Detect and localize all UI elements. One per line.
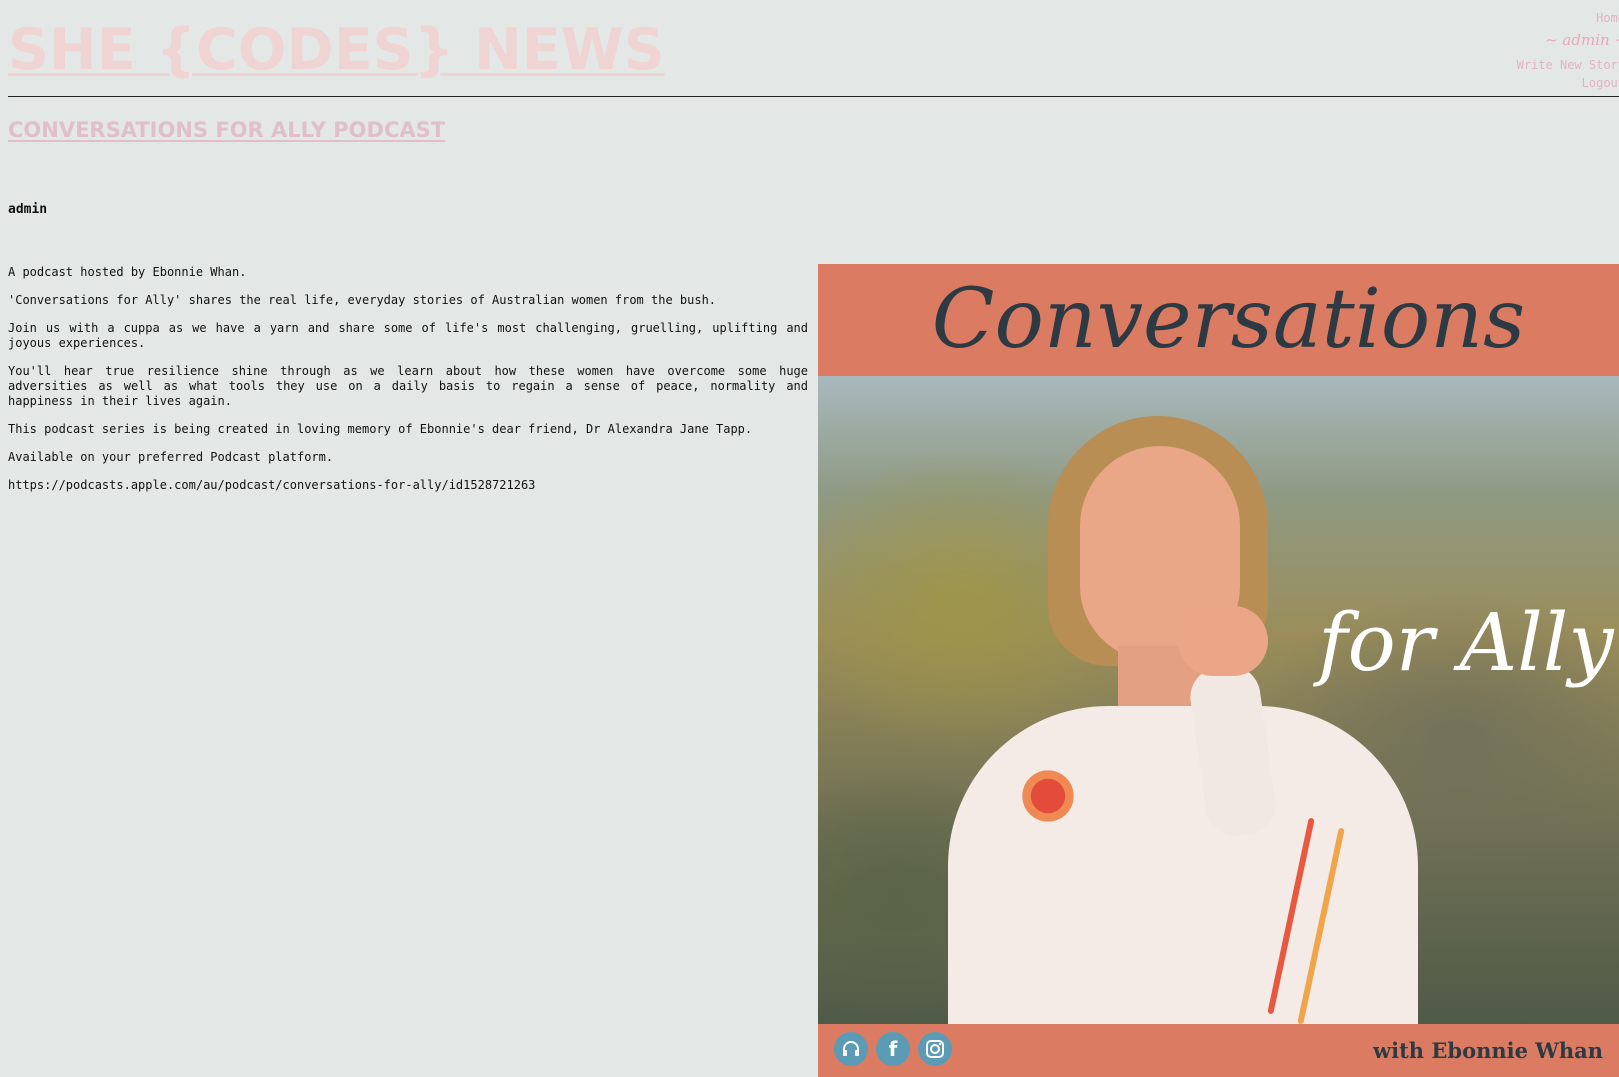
header-divider (8, 96, 1619, 97)
nav-user-name: ~ admin ~ (1545, 31, 1619, 49)
facebook-icon: f (876, 1032, 910, 1066)
cover-photo: for Ally (818, 376, 1619, 1046)
nav-logout-link[interactable]: Logout (1459, 74, 1619, 92)
shirt-embroidery (1018, 766, 1078, 826)
post-author: admin (8, 202, 48, 217)
instagram-icon (918, 1032, 952, 1066)
post-paragraph: Available on your preferred Podcast plat… (8, 450, 334, 464)
cover-byline: with Ebonnie Whan (1373, 1038, 1603, 1063)
podcast-cover-image: Conversations for Ally f with Ebonnie Wh… (818, 264, 1619, 1077)
cover-title: Conversations (931, 272, 1526, 367)
post-paragraph: You'll hear true resilience shine throug… (8, 364, 808, 408)
headphones-icon (834, 1032, 868, 1066)
nav-write-link[interactable]: Write New Story (1459, 56, 1619, 74)
post-paragraph: 'Conversations for Ally' shares the real… (8, 293, 717, 307)
podcast-url: https://podcasts.apple.com/au/podcast/co… (8, 478, 536, 492)
nav-home-link[interactable]: Home (1459, 10, 1619, 26)
post-body: A podcast hosted by Ebonnie Whan. 'Conve… (8, 265, 808, 506)
person-hand (1178, 606, 1268, 676)
cover-bottom-band: f with Ebonnie Whan (818, 1024, 1619, 1077)
site-title[interactable]: SHE {CODES} NEWS (8, 16, 665, 84)
post-paragraph: A podcast hosted by Ebonnie Whan. (8, 265, 247, 279)
post-title[interactable]: CONVERSATIONS FOR ALLY PODCAST (8, 118, 445, 142)
post-paragraph: Join us with a cuppa as we have a yarn a… (8, 321, 808, 350)
person-shirt (948, 706, 1418, 1046)
post-paragraph: This podcast series is being created in … (8, 422, 753, 436)
cover-subtitle: for Ally (1318, 596, 1614, 689)
cover-top-band: Conversations (818, 264, 1619, 376)
nav-menu: Home ~ admin ~ Write New Story Logout (1459, 10, 1619, 92)
